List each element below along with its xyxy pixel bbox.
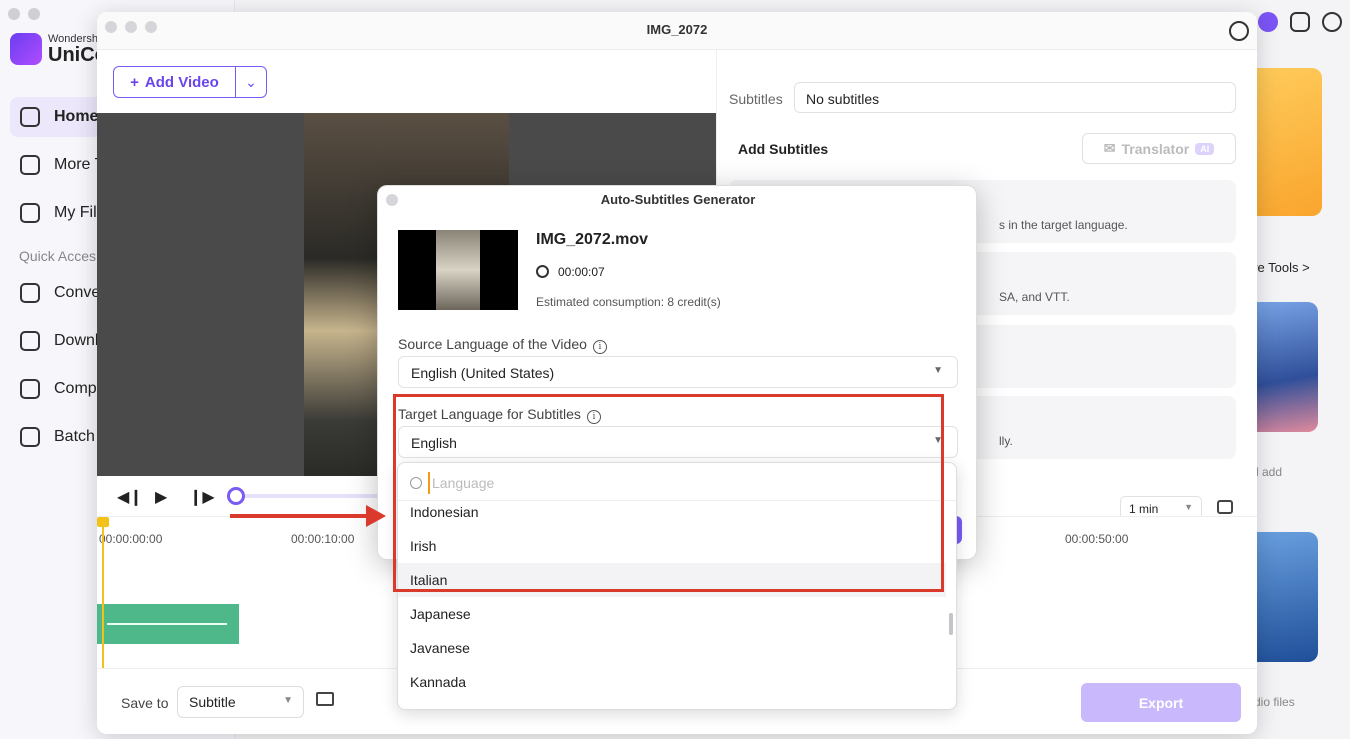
support-headset-icon[interactable]	[1229, 21, 1249, 41]
subtitles-select[interactable]: No subtitles	[794, 82, 1236, 113]
ruler-tick-label: 00:00:10:00	[291, 532, 355, 546]
quick-access-heading: Quick Acces	[19, 248, 97, 264]
playhead[interactable]	[102, 521, 104, 671]
audio-track-clip[interactable]	[97, 604, 239, 644]
source-language-label-text: Source Language of the Video	[398, 336, 587, 352]
add-video-button[interactable]: + Add Video	[114, 67, 236, 97]
add-image-icon[interactable]	[1217, 500, 1233, 514]
play-icon[interactable]: ▶	[155, 487, 167, 507]
option-description: SA, and VTT.	[999, 290, 1070, 304]
video-duration: 00:00:07	[558, 265, 605, 279]
option-description: lly.	[999, 434, 1013, 448]
folder-icon[interactable]	[316, 692, 334, 706]
home-icon	[20, 107, 40, 127]
translator-button[interactable]: ✉ Translator AI	[1082, 133, 1236, 164]
add-subtitles-heading: Add Subtitles	[738, 141, 829, 157]
zoom-value: 1 min	[1129, 502, 1159, 516]
source-language-value: English (United States)	[411, 365, 555, 381]
plus-icon: +	[130, 73, 139, 91]
close-window-button[interactable]	[8, 8, 20, 20]
arrow-annotation-head-icon	[366, 505, 386, 527]
dropdown-scrollbar[interactable]	[949, 613, 953, 635]
chevron-down-icon: ⌄	[245, 73, 257, 90]
language-option[interactable]: Kannada	[398, 665, 946, 699]
chevron-down-icon: ▼	[933, 365, 943, 376]
save-to-value: Subtitle	[189, 694, 236, 710]
arrow-annotation-line	[230, 514, 370, 518]
ruler-tick-label: 00:00:50:00	[1065, 532, 1129, 546]
source-language-label: Source Language of the Video i	[398, 336, 607, 354]
export-button[interactable]: Export	[1081, 683, 1241, 722]
files-icon	[20, 203, 40, 223]
add-video-control: + Add Video ⌄	[113, 66, 267, 98]
chevron-down-icon: ▼	[1184, 502, 1193, 512]
minimize-window-button[interactable]	[28, 8, 40, 20]
language-option[interactable]: Japanese	[398, 597, 946, 631]
add-video-dropdown-button[interactable]: ⌄	[236, 67, 266, 97]
sidebar-item-label: Conve	[54, 284, 101, 301]
estimated-consumption: Estimated consumption: 8 credit(s)	[536, 295, 721, 309]
audio-waveform	[107, 623, 227, 625]
avatar[interactable]	[1258, 12, 1278, 32]
top-right-toolbar	[1258, 12, 1342, 32]
compress-icon	[20, 379, 40, 399]
subtitles-label: Subtitles	[729, 91, 783, 107]
playback-progress-track[interactable]	[235, 494, 380, 498]
sidebar-item-label: Batch	[54, 428, 95, 445]
chevron-down-icon: ▼	[283, 695, 293, 706]
playhead-handle[interactable]	[97, 517, 109, 527]
next-frame-icon[interactable]: ❙▶	[189, 487, 215, 507]
dialog-title: Auto-Subtitles Generator	[600, 192, 756, 207]
save-to-label: Save to	[121, 695, 169, 711]
translate-icon: ✉	[1103, 140, 1116, 156]
language-option[interactable]: Kazakh	[398, 699, 946, 709]
toolbox-icon	[20, 155, 40, 175]
window-title: IMG_2072	[646, 22, 708, 37]
playback-scrubber[interactable]	[227, 487, 245, 505]
video-thumbnail	[398, 230, 518, 310]
convert-icon	[20, 283, 40, 303]
option-description: s in the target language.	[999, 218, 1128, 232]
sidebar-item-label: My Fil	[54, 204, 97, 221]
tool-card-caption: dio files	[1254, 695, 1295, 709]
file-name: IMG_2072.mov	[536, 231, 649, 248]
window-titlebar: IMG_2072	[97, 12, 1257, 50]
add-video-label: Add Video	[144, 73, 219, 91]
ruler-tick-label: 00:00:00:00	[99, 532, 163, 546]
support-headset-icon[interactable]	[1322, 12, 1342, 32]
ai-badge: AI	[1195, 142, 1215, 155]
translator-label: Translator	[1121, 140, 1190, 157]
app-logo-icon	[10, 33, 42, 65]
info-icon[interactable]: i	[592, 340, 607, 354]
batch-icon	[20, 427, 40, 447]
clock-icon	[536, 265, 549, 278]
window-controls	[8, 8, 40, 20]
highlight-annotation-box	[393, 394, 944, 592]
source-language-select[interactable]: English (United States) ▼	[398, 356, 958, 388]
sidebar-item-label: Comp	[54, 380, 97, 397]
save-to-select[interactable]: Subtitle ▼	[177, 686, 304, 718]
sidebar-item-label: Home	[54, 108, 99, 125]
sidebar-item-label: Downl	[54, 332, 99, 349]
chat-icon[interactable]	[1290, 12, 1310, 32]
download-icon	[20, 331, 40, 351]
thumbnail-image	[436, 230, 480, 310]
previous-frame-icon[interactable]: ◀❙	[117, 487, 143, 507]
language-option[interactable]: Javanese	[398, 631, 946, 665]
